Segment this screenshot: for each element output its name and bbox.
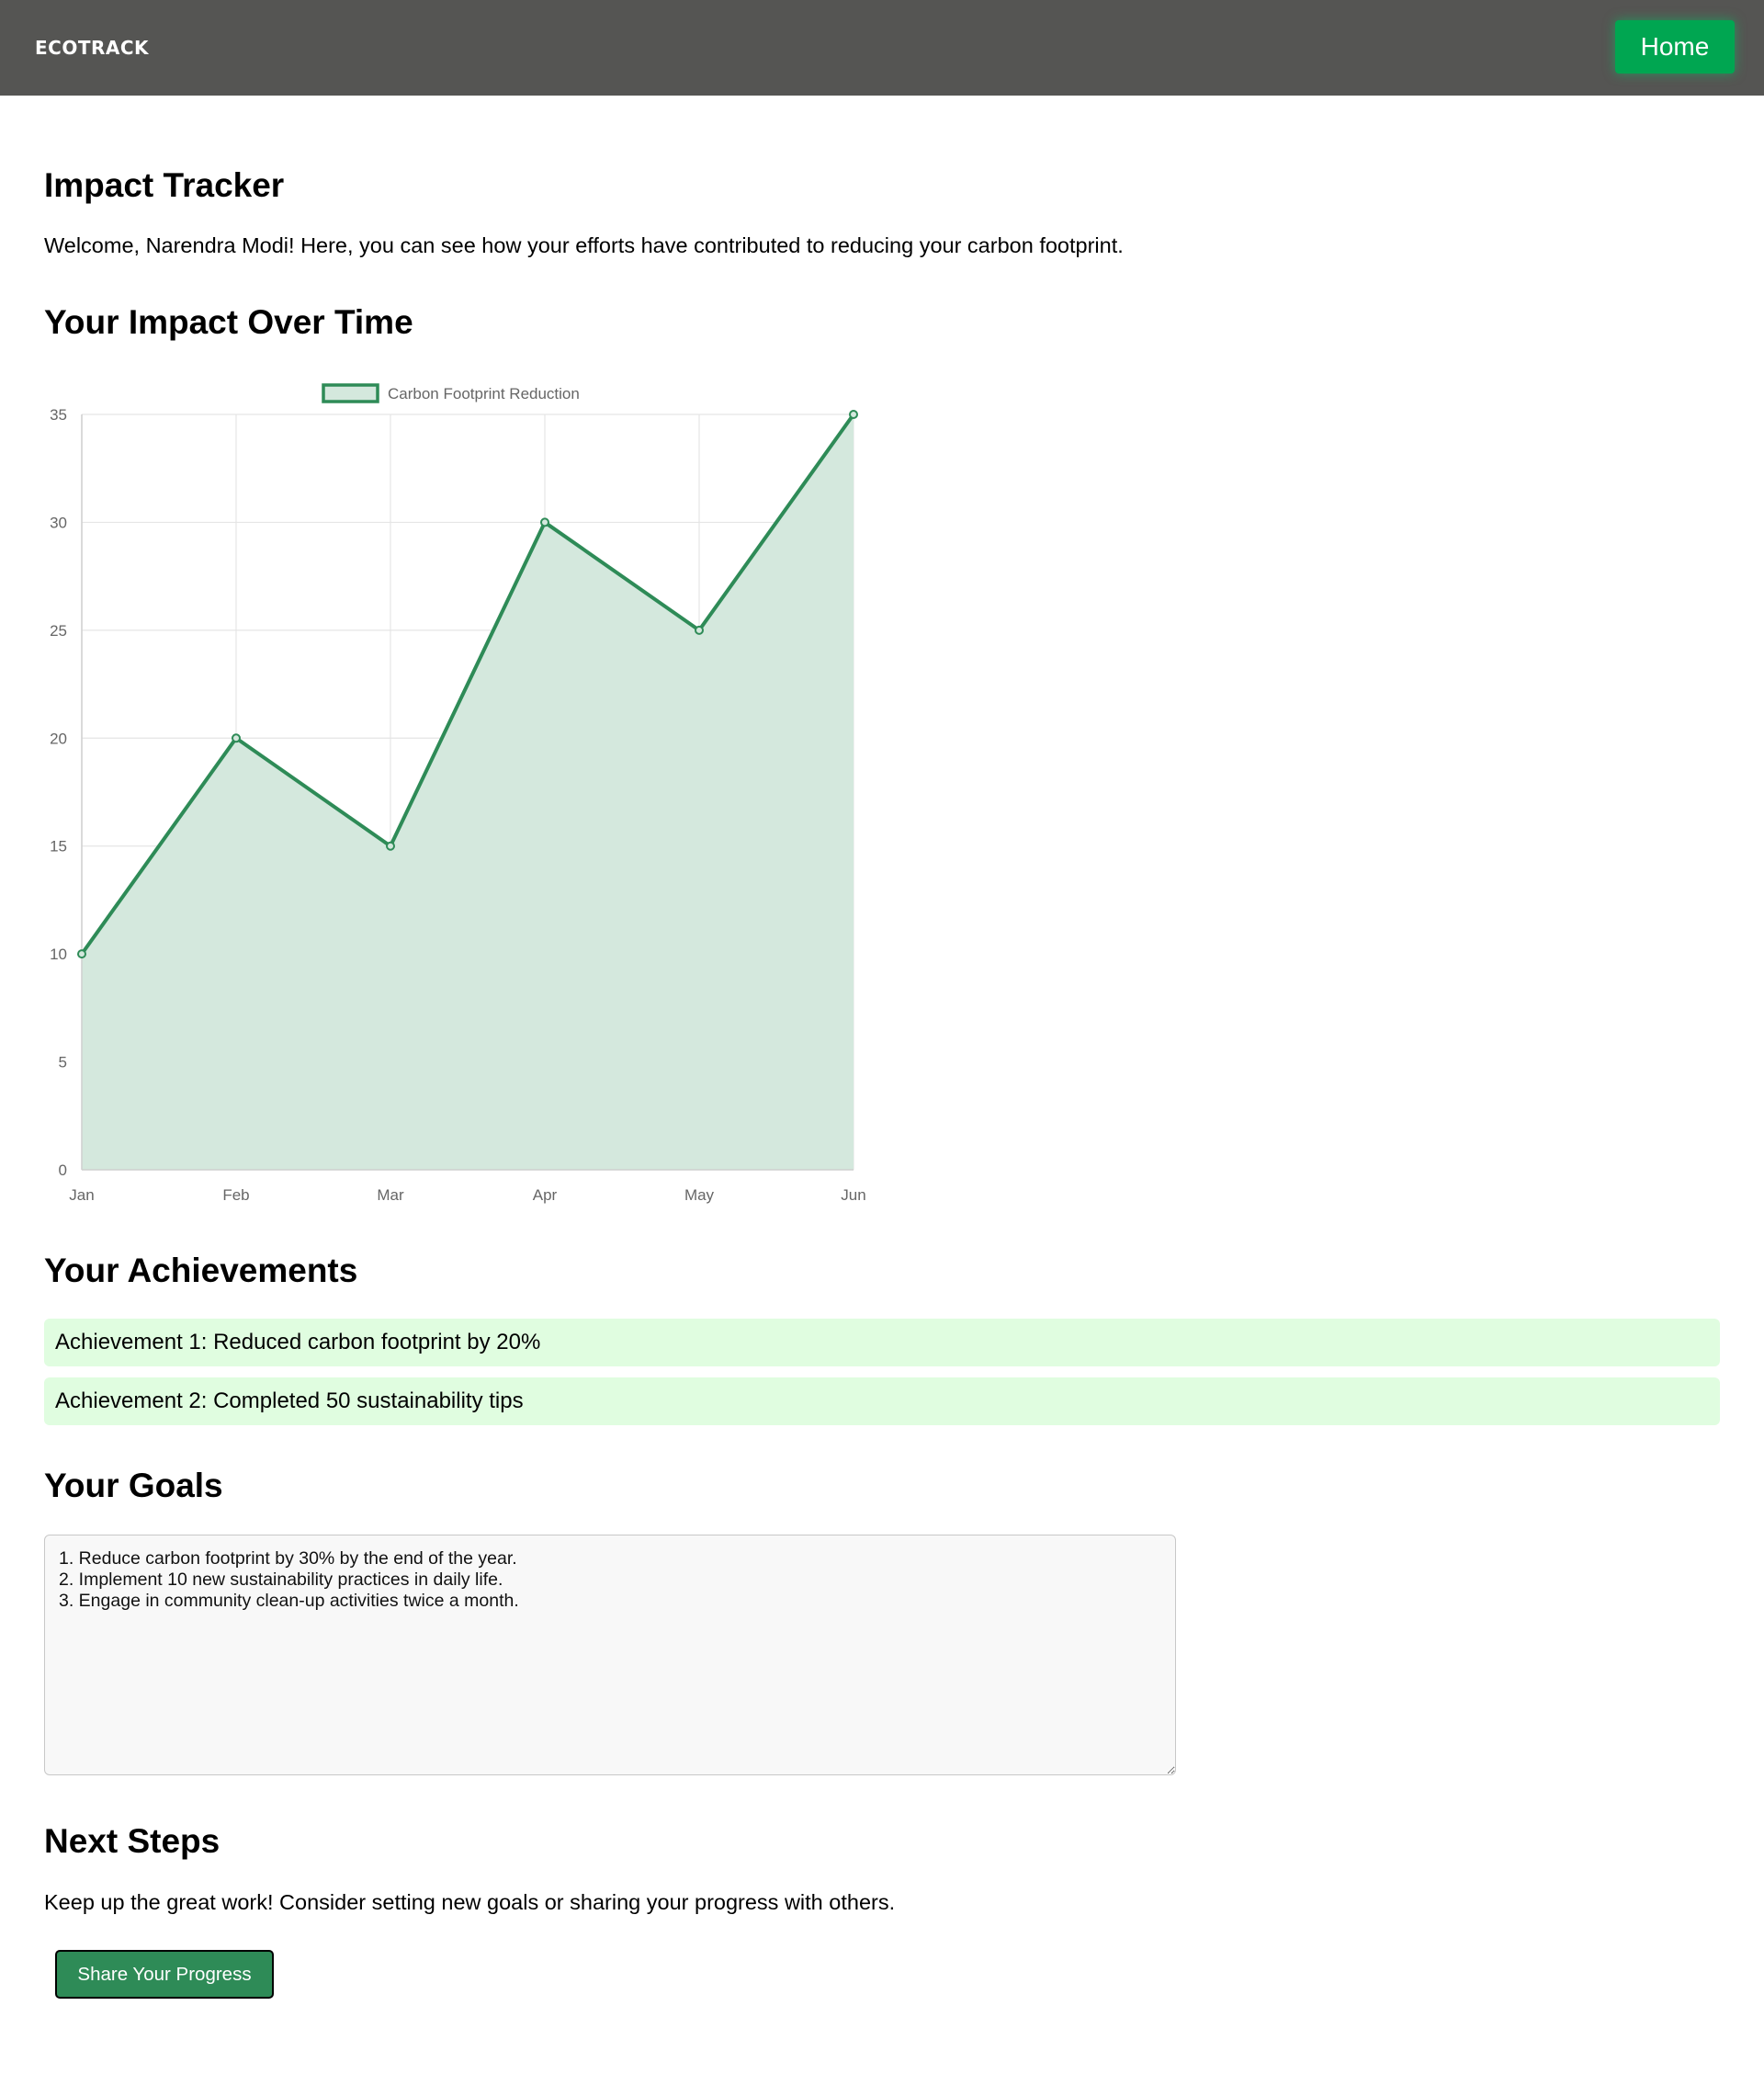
navbar: ECOTRACK Home <box>0 0 1764 96</box>
chart-data-point <box>695 625 704 635</box>
chart-y-tick-label: 0 <box>59 1161 67 1179</box>
chart-x-tick-label: Mar <box>377 1186 404 1204</box>
chart-x-tick-label: Jan <box>69 1186 94 1204</box>
chart-y-tick-label: 35 <box>50 406 67 424</box>
chart-data-point <box>540 517 549 527</box>
chart-x-tick-label: Feb <box>222 1186 249 1204</box>
next-steps-heading: Next Steps <box>44 1822 220 1860</box>
chart-x-tick-label: May <box>684 1186 715 1204</box>
impact-heading: Your Impact Over Time <box>44 303 413 341</box>
chart-legend-label: Carbon Footprint Reduction <box>388 385 580 402</box>
home-button[interactable]: Home <box>1615 20 1735 74</box>
page-title: Impact Tracker <box>44 166 285 204</box>
goals-heading: Your Goals <box>44 1467 223 1504</box>
chart-y-tick-label: 10 <box>50 946 67 963</box>
brand-logo[interactable]: ECOTRACK <box>35 37 149 59</box>
chart-data-point <box>77 949 86 959</box>
chart-y-tick-label: 20 <box>50 730 67 747</box>
chart-data-point <box>386 841 395 851</box>
goals-textarea[interactable]: 1. Reduce carbon footprint by 30% by the… <box>44 1535 1176 1775</box>
chart-data-point <box>849 410 858 419</box>
chart-legend-swatch <box>322 383 379 403</box>
welcome-text: Welcome, Narendra Modi! Here, you can se… <box>44 233 1124 257</box>
chart-data-point <box>232 733 241 743</box>
chart-y-tick-label: 25 <box>50 622 67 640</box>
chart-x-tick-label: Apr <box>533 1186 558 1204</box>
chart-y-tick-label: 15 <box>50 838 67 856</box>
share-progress-button[interactable]: Share Your Progress <box>55 1950 274 1999</box>
achievement-item: Achievement 1: Reduced carbon footprint … <box>44 1319 1720 1366</box>
achievement-item: Achievement 2: Completed 50 sustainabili… <box>44 1377 1720 1425</box>
achievements-heading: Your Achievements <box>44 1252 358 1289</box>
next-steps-text: Keep up the great work! Consider setting… <box>44 1890 896 1914</box>
chart-x-tick-label: Jun <box>841 1186 865 1204</box>
chart-y-tick-label: 30 <box>50 514 67 531</box>
impact-chart: 0 5 10 15 20 25 30 35 Jan Feb Mar Apr May Jun Carbon F… <box>50 383 866 1204</box>
chart-y-tick-label: 5 <box>59 1054 67 1071</box>
